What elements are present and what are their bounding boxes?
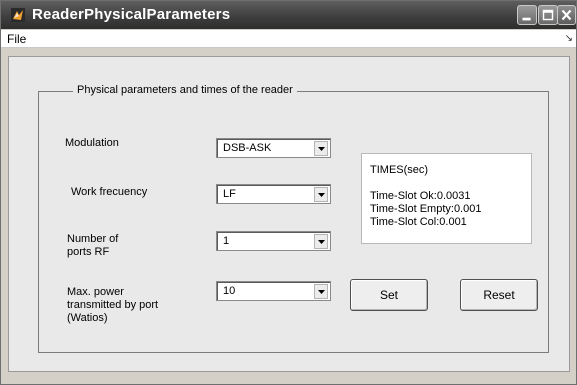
ports-rf-dropdown-arrow-icon[interactable] (314, 234, 328, 249)
ports-rf-label-line1: Number of (67, 233, 119, 245)
ports-rf-label: Number of ports RF (67, 233, 118, 259)
panel-title: Physical parameters and times of the rea… (73, 84, 297, 96)
max-power-select[interactable]: 10 (216, 281, 331, 301)
work-frequency-select[interactable]: LF (216, 184, 331, 204)
max-power-label-line1: Max. power (67, 286, 124, 298)
work-frequency-dropdown-arrow-icon[interactable] (314, 187, 328, 202)
window-title: ReaderPhysicalParameters (32, 6, 231, 23)
minimize-icon[interactable] (517, 5, 537, 25)
menu-overflow-icon[interactable]: ↘ (565, 33, 573, 44)
reset-button[interactable]: Reset (460, 279, 538, 311)
time-slot-ok: Time-Slot Ok:0.0031 (370, 190, 471, 202)
times-header: TIMES(sec) (370, 164, 429, 176)
menu-bar: File ↘ (1, 30, 576, 48)
modulation-label: Modulation (65, 137, 119, 150)
menu-file[interactable]: File (7, 32, 26, 46)
client-area: Physical parameters and times of the rea… (8, 56, 570, 372)
title-bar[interactable]: ReaderPhysicalParameters (1, 1, 576, 29)
modulation-select[interactable]: DSB-ASK (216, 138, 331, 158)
set-button[interactable]: Set (350, 279, 428, 311)
maximize-icon[interactable] (538, 5, 558, 25)
max-power-dropdown-arrow-icon[interactable] (314, 284, 328, 299)
work-frequency-label: Work frecuency (71, 186, 147, 199)
max-power-value: 10 (223, 285, 236, 297)
work-frequency-label-text: Work frecuency (71, 186, 148, 198)
ports-rf-select[interactable]: 1 (216, 231, 331, 251)
modulation-value: DSB-ASK (223, 142, 272, 154)
reader-physical-parameters-window: ReaderPhysicalParameters File ↘ Physical… (0, 0, 577, 385)
max-power-label-line3: (Watios) (67, 312, 108, 324)
time-slot-empty: Time-Slot Empty:0.001 (370, 203, 482, 215)
max-power-label: Max. power transmitted by port (Watios) (67, 286, 158, 325)
max-power-label-line2: transmitted by port (67, 299, 159, 311)
times-display: TIMES(sec) Time-Slot Ok:0.0031 Time-Slot… (361, 153, 532, 244)
work-frequency-value: LF (223, 188, 236, 200)
ports-rf-value: 1 (223, 235, 230, 247)
close-icon[interactable] (557, 5, 576, 25)
app-icon (10, 7, 26, 23)
time-slot-col: Time-Slot Col:0.001 (370, 216, 467, 228)
ports-rf-label-line2: ports RF (67, 246, 110, 258)
modulation-label-text: Modulation (65, 137, 119, 149)
modulation-dropdown-arrow-icon[interactable] (314, 141, 328, 156)
